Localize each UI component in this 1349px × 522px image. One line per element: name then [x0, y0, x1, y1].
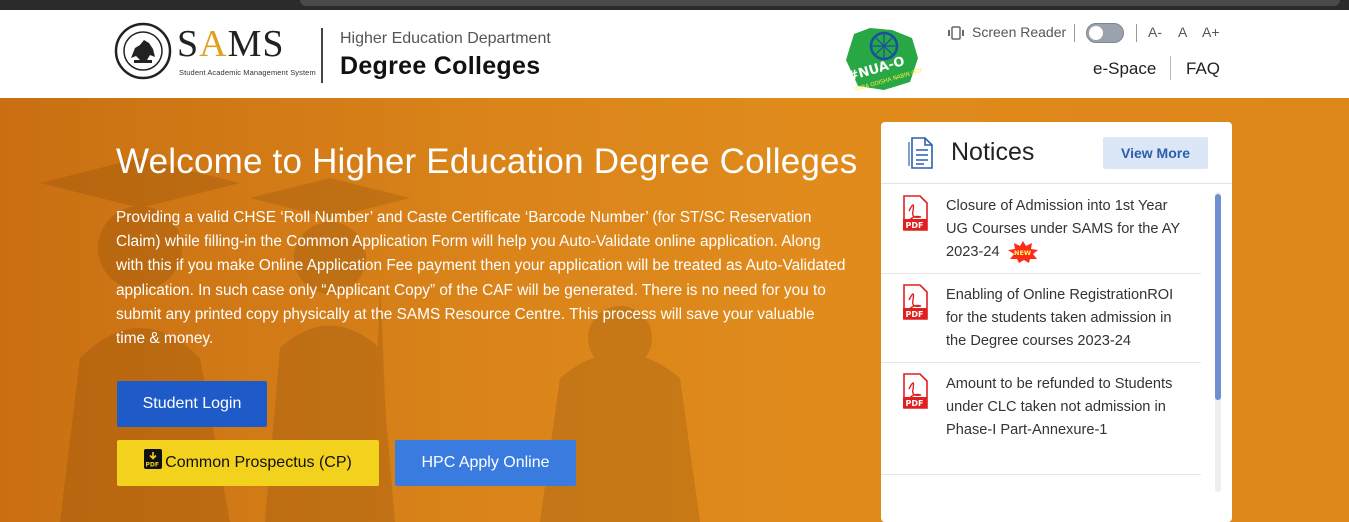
- header-divider: [321, 28, 323, 83]
- common-prospectus-button[interactable]: PDF Common Prospectus (CP): [117, 440, 379, 486]
- notices-scrollbar-thumb[interactable]: [1215, 194, 1221, 400]
- new-badge-text: NEW: [1014, 249, 1031, 257]
- sams-logo-text: SAMS: [177, 23, 285, 65]
- screen-reader-icon: [948, 26, 964, 40]
- nav-faq-link[interactable]: FAQ: [1186, 59, 1220, 79]
- common-prospectus-label: Common Prospectus (CP): [165, 454, 352, 471]
- notice-item[interactable]: PDF Enabling of Online RegistrationROI f…: [881, 274, 1201, 363]
- hero-banner: Welcome to Higher Education Degree Colle…: [0, 98, 1349, 522]
- odisha-emblem-icon[interactable]: [114, 22, 172, 80]
- hpc-apply-online-button[interactable]: HPC Apply Online: [395, 440, 576, 486]
- notice-item[interactable]: PDF Closure of Admission into 1st Year U…: [881, 185, 1201, 274]
- notice-text: Closure of Admission into 1st Year UG Co…: [946, 195, 1186, 263]
- document-icon: [908, 137, 933, 169]
- notices-list: PDF Closure of Admission into 1st Year U…: [881, 185, 1232, 475]
- notice-item[interactable]: PDF Amount to be refunded to Students un…: [881, 363, 1201, 475]
- svg-text:PDF: PDF: [906, 310, 924, 319]
- svg-text:PDF: PDF: [906, 399, 924, 408]
- student-login-button[interactable]: Student Login: [117, 381, 267, 427]
- notice-text-content: Closure of Admission into 1st Year UG Co…: [946, 198, 1180, 260]
- department-name: Higher Education Department: [340, 30, 551, 47]
- toggle-knob: [1089, 26, 1103, 40]
- toolbar-separator: [1074, 24, 1075, 42]
- browser-bar: [300, 0, 1340, 6]
- notice-text: Enabling of Online RegistrationROI for t…: [946, 287, 1174, 349]
- font-increase-button[interactable]: A+: [1202, 24, 1220, 40]
- contrast-toggle[interactable]: [1086, 23, 1124, 43]
- site-header: SAMS Student Academic Management System …: [0, 10, 1349, 98]
- svg-text:PDF: PDF: [906, 221, 924, 230]
- browser-top-strip: [0, 0, 1349, 10]
- pdf-icon: PDF: [903, 195, 928, 231]
- font-decrease-button[interactable]: A-: [1148, 24, 1162, 40]
- view-more-button[interactable]: View More: [1103, 137, 1208, 169]
- notices-title: Notices: [951, 138, 1035, 166]
- notice-text: Amount to be refunded to Students under …: [946, 376, 1173, 438]
- font-normal-button[interactable]: A: [1178, 24, 1187, 40]
- toolbar-separator: [1136, 24, 1137, 42]
- hero-title: Welcome to Higher Education Degree Colle…: [116, 142, 858, 181]
- pdf-icon: PDF: [903, 284, 928, 320]
- new-badge-icon: NEW: [1007, 240, 1038, 263]
- nua-o-badge: #NUA-O YUBA ODISHA NABIN ODISHA: [846, 28, 922, 93]
- nav-espace-link[interactable]: e-Space: [1093, 59, 1156, 79]
- svg-text:PDF: PDF: [146, 462, 159, 469]
- nav-separator: [1170, 56, 1171, 80]
- screen-reader-link[interactable]: Screen Reader: [972, 24, 1066, 40]
- notices-panel: Notices View More PDF Closure of Admissi…: [881, 122, 1232, 522]
- pdf-download-icon: PDF: [144, 449, 163, 469]
- pdf-icon: PDF: [903, 373, 928, 409]
- sams-logo-subtitle: Student Academic Management System: [179, 68, 316, 77]
- sams-logo[interactable]: SAMS Student Academic Management System: [177, 23, 316, 84]
- hero-description: Providing a valid CHSE ‘Roll Number’ and…: [116, 209, 846, 348]
- college-title: Degree Colleges: [340, 52, 541, 80]
- notices-header: Notices View More: [881, 122, 1232, 184]
